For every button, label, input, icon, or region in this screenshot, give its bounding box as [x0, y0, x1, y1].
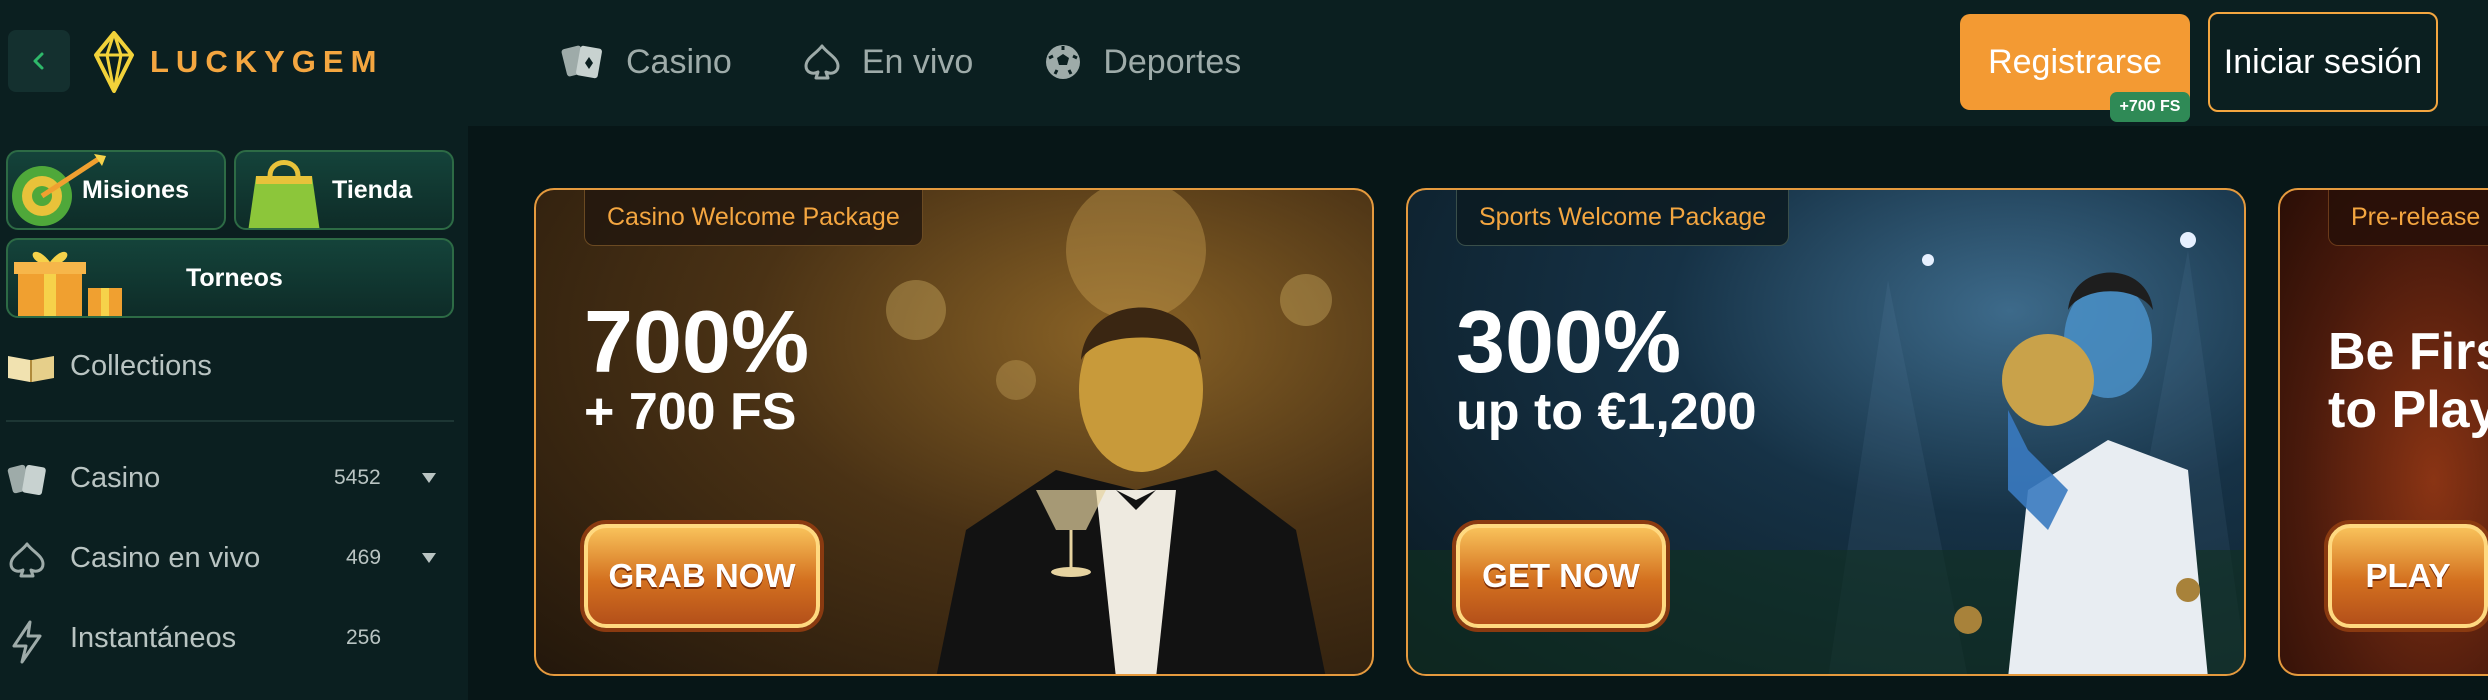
nav-casino[interactable]: Casino — [560, 41, 732, 83]
spade-icon — [9, 542, 45, 578]
chevron-left-icon — [33, 52, 44, 70]
promo-torneos[interactable]: Torneos — [6, 238, 454, 318]
promo-torneos-label: Torneos — [186, 263, 283, 292]
get-now-button[interactable]: GET NOW — [1456, 524, 1666, 628]
sidebar-item-casino-en-vivo[interactable]: Casino en vivo 469 — [0, 528, 468, 588]
banner-subline: to Play — [2328, 381, 2488, 439]
sidebar-divider — [6, 420, 454, 422]
banner-headline: 300% — [1456, 292, 1682, 391]
banner-sports-welcome[interactable]: Sports Welcome Package 300% up to €1,200… — [1406, 188, 2246, 676]
banner-tag: Sports Welcome Package — [1456, 190, 1790, 246]
gift-box-icon — [14, 251, 122, 316]
play-button[interactable]: PLAY — [2328, 524, 2488, 628]
promo-tienda-label: Tienda — [332, 175, 413, 204]
top-header: LUCKYGEM Casino En vivo Deportes Registr… — [0, 0, 2488, 126]
promo-misiones[interactable]: Misiones — [6, 150, 226, 230]
nav-en-vivo-label: En vivo — [861, 42, 974, 81]
soccer-ball-icon — [1046, 45, 1081, 79]
sidebar-item-collections[interactable]: Collections — [0, 336, 468, 396]
caret-down-icon[interactable] — [420, 471, 438, 485]
cards-icon — [561, 45, 602, 79]
promo-misiones-label: Misiones — [82, 175, 189, 204]
sidebar-item-collections-label: Collections — [70, 349, 212, 382]
banner-headline: 700% — [584, 292, 810, 391]
back-button[interactable] — [8, 30, 70, 92]
nav-en-vivo[interactable]: En vivo — [802, 42, 974, 82]
book-icon — [8, 356, 54, 382]
promo-tienda[interactable]: Tienda — [234, 150, 454, 230]
banner-casino-welcome[interactable]: Casino Welcome Package 700% + 700 FS GRA… — [534, 188, 1374, 676]
brand-name: LUCKYGEM — [150, 44, 384, 79]
sidebar: Misiones Tienda Torneos Collections Casi… — [0, 126, 468, 700]
sidebar-item-instantaneos[interactable]: Instantáneos 256 — [0, 608, 468, 668]
spade-icon — [804, 44, 840, 80]
nav-deportes-label: Deportes — [1103, 42, 1242, 81]
sidebar-item-casino-en-vivo-count: 469 — [346, 546, 382, 569]
brand-logo[interactable]: LUCKYGEM — [92, 30, 383, 94]
sidebar-item-casino-en-vivo-label: Casino en vivo — [70, 541, 261, 574]
banner-pre-release[interactable]: Pre-release Be Firs to Play PLAY — [2278, 188, 2488, 676]
banner-headline: Be Firs — [2328, 323, 2488, 381]
nav-deportes[interactable]: Deportes — [1043, 42, 1241, 82]
free-spins-badge: +700 FS — [2110, 92, 2190, 122]
sidebar-item-casino-label: Casino — [70, 461, 161, 494]
main-nav: Casino En vivo Deportes — [560, 30, 1311, 94]
banner-subline: + 700 FS — [584, 383, 797, 441]
nav-casino-label: Casino — [626, 42, 732, 81]
banner-tag: Casino Welcome Package — [584, 190, 923, 246]
lightning-icon — [12, 620, 42, 664]
shopping-bag-icon — [248, 160, 320, 228]
cards-icon — [7, 464, 46, 496]
sidebar-item-casino-count: 5452 — [334, 466, 381, 489]
gem-logo-icon — [94, 31, 134, 93]
sidebar-item-instantaneos-count: 256 — [346, 626, 382, 649]
caret-down-icon[interactable] — [420, 551, 438, 565]
banner-subline: up to €1,200 — [1456, 383, 1757, 441]
login-button[interactable]: Iniciar sesión — [2208, 12, 2438, 112]
sidebar-item-casino[interactable]: Casino 5452 — [0, 448, 468, 508]
sidebar-item-instantaneos-label: Instantáneos — [70, 621, 237, 654]
grab-now-button[interactable]: GRAB NOW — [584, 524, 820, 628]
banner-tag: Pre-release — [2328, 190, 2488, 246]
